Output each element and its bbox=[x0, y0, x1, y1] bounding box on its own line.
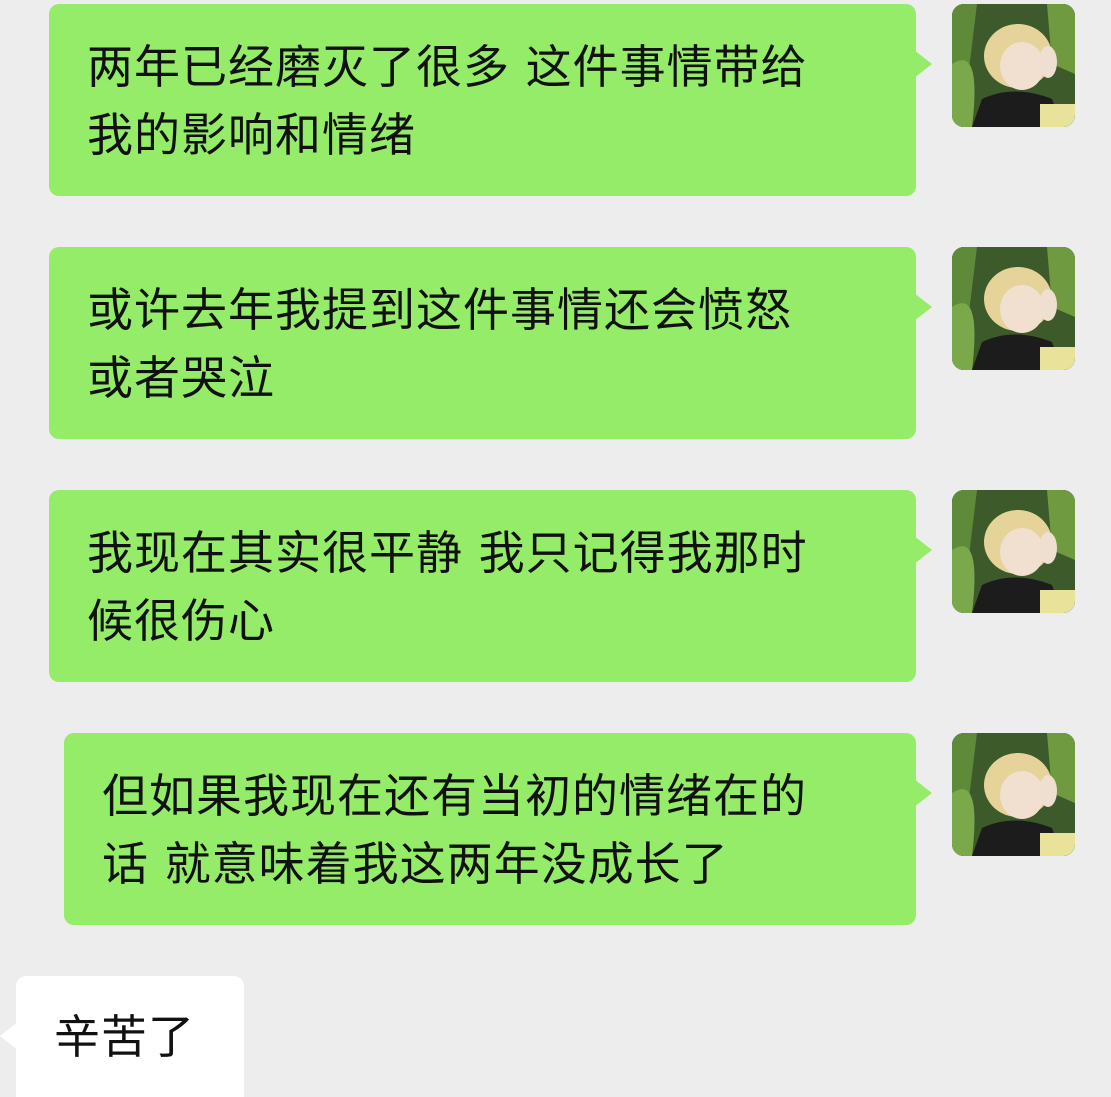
message-text-line: 或者哭泣 bbox=[87, 351, 275, 405]
message-text-line: 辛苦了 bbox=[54, 1010, 195, 1064]
message-bubble[interactable]: 辛苦了 bbox=[16, 976, 244, 1097]
message-bubble[interactable]: 两年已经磨灭了很多 这件事情带给 我的影响和情绪 bbox=[49, 4, 916, 196]
avatar-image-icon bbox=[952, 4, 1075, 127]
user-avatar[interactable] bbox=[952, 490, 1075, 613]
avatar-image-icon bbox=[952, 490, 1075, 613]
chat-message-list[interactable]: 两年已经磨灭了很多 这件事情带给 我的影响和情绪 或许去年我提到这件事情还会愤怒… bbox=[0, 0, 1111, 1097]
bubble-tail bbox=[914, 50, 932, 78]
bubble-tail bbox=[914, 536, 932, 564]
user-avatar[interactable] bbox=[952, 4, 1075, 127]
bubble-tail bbox=[914, 779, 932, 807]
message-text-line: 我现在其实很平静 我只记得我那时 bbox=[87, 526, 808, 580]
user-avatar[interactable] bbox=[952, 733, 1075, 856]
message-text-line: 话 就意味着我这两年没成长了 bbox=[102, 837, 729, 891]
avatar-image-icon bbox=[952, 247, 1075, 370]
message-bubble[interactable]: 或许去年我提到这件事情还会愤怒 或者哭泣 bbox=[49, 247, 916, 439]
message-row-incoming: 辛苦了 bbox=[0, 0, 1111, 1097]
message-bubble[interactable]: 我现在其实很平静 我只记得我那时 候很伤心 bbox=[49, 490, 916, 682]
bubble-tail bbox=[914, 293, 932, 321]
message-text-line: 两年已经磨灭了很多 这件事情带给 bbox=[87, 40, 808, 94]
message-text-line: 候很伤心 bbox=[87, 594, 275, 648]
message-text-line: 我的影响和情绪 bbox=[87, 108, 416, 162]
message-bubble[interactable]: 但如果我现在还有当初的情绪在的 话 就意味着我这两年没成长了 bbox=[64, 733, 916, 925]
message-row-outgoing: 两年已经磨灭了很多 这件事情带给 我的影响和情绪 bbox=[0, 0, 1111, 200]
message-text-line: 或许去年我提到这件事情还会愤怒 bbox=[87, 283, 792, 337]
message-text-line: 但如果我现在还有当初的情绪在的 bbox=[102, 769, 807, 823]
avatar-image-icon bbox=[952, 733, 1075, 856]
user-avatar[interactable] bbox=[952, 247, 1075, 370]
